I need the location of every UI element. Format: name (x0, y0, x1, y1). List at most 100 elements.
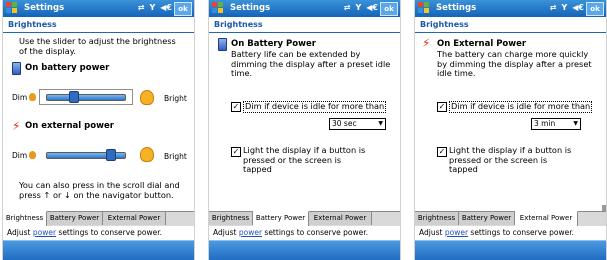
navigator-hint-text: You can also press in the scroll dial an… (19, 180, 180, 200)
slider-track (46, 94, 126, 101)
tab-battery-power[interactable]: Battery Power (459, 212, 515, 225)
tab-battery-power[interactable]: Battery Power (47, 212, 103, 225)
dim-checkbox[interactable]: ✓ (437, 102, 447, 112)
ok-button[interactable]: ok (586, 2, 604, 16)
menu-bar[interactable] (3, 240, 194, 260)
footer-suffix: settings to conserve power. (262, 228, 369, 237)
signal-icon[interactable]: Y (149, 3, 155, 12)
battery-icon (12, 62, 21, 75)
windows-flag-icon[interactable] (418, 2, 431, 15)
description-text: Battery life can be extended by dimming … (231, 49, 391, 78)
volume-icon[interactable]: ◀€ (572, 3, 584, 12)
signal-icon[interactable]: Y (355, 3, 361, 12)
tab-brightness[interactable]: Brightness (3, 211, 47, 226)
title-bar: Settings ⇄ Y ◀€ ok (209, 0, 400, 17)
menu-bar[interactable] (209, 240, 400, 260)
ok-button[interactable]: ok (174, 2, 192, 16)
dim-checkbox-label[interactable]: Dim if device is idle for more than (449, 101, 593, 113)
ok-button[interactable]: ok (380, 2, 398, 16)
connectivity-icon[interactable]: ⇄ (138, 3, 145, 12)
check-mark: ✓ (438, 102, 446, 111)
timeout-value: 3 min (534, 119, 556, 128)
tab-brightness[interactable]: Brightness (415, 212, 459, 225)
footer-hint: Adjust power settings to conserve power. (415, 226, 606, 239)
dim-label: Dim (12, 151, 28, 160)
tab-bar: Brightness Battery Power External Power (3, 211, 194, 226)
section-title: On External Power (437, 39, 527, 49)
timeout-dropdown[interactable]: 3 min ▼ (531, 118, 581, 130)
footer-prefix: Adjust (7, 228, 33, 237)
dim-bulb-icon (29, 151, 36, 159)
volume-icon[interactable]: ◀€ (160, 3, 172, 12)
external-power-screen: Settings ⇄ Y ◀€ ok Brightness ⚡ On Exter… (414, 0, 607, 260)
menu-bar[interactable] (415, 240, 606, 260)
title-bar: Settings ⇄ Y ◀€ ok (3, 0, 194, 17)
footer-prefix: Adjust (213, 228, 239, 237)
timeout-value: 30 sec (332, 119, 357, 128)
tab-brightness[interactable]: Brightness (209, 212, 253, 225)
bright-bulb-icon (140, 147, 154, 162)
battery-power-label: On battery power (25, 63, 110, 73)
power-settings-link[interactable]: power (33, 228, 56, 237)
instruction-text: Use the slider to adjust the brightness … (19, 36, 176, 56)
power-settings-link[interactable]: power (445, 228, 468, 237)
status-icons: ⇄ Y ◀€ (344, 3, 378, 12)
brightness-settings-screen: Settings ⇄ Y ◀€ ok Brightness Use the sl… (2, 0, 195, 260)
volume-icon[interactable]: ◀€ (366, 3, 378, 12)
light-checkbox-label[interactable]: Light the display if a button is pressed… (243, 145, 371, 175)
windows-flag-icon[interactable] (6, 2, 19, 15)
battery-power-screen: Settings ⇄ Y ◀€ ok Brightness On Battery… (208, 0, 401, 260)
title-bar: Settings ⇄ Y ◀€ ok (415, 0, 606, 17)
description-text: The battery can charge more quickly by d… (437, 49, 592, 78)
tab-external-power[interactable]: External Power (309, 212, 372, 225)
window-title: Settings (230, 3, 271, 13)
bright-label: Bright (164, 94, 187, 103)
lightning-bolt-icon: ⚡ (422, 36, 431, 50)
battery-icon (218, 38, 227, 51)
battery-brightness-slider[interactable] (39, 89, 133, 105)
dim-label: Dim (12, 93, 28, 102)
dim-bulb-icon (29, 93, 36, 101)
footer-prefix: Adjust (419, 228, 445, 237)
tab-external-power[interactable]: External Power (103, 212, 166, 225)
windows-flag-icon[interactable] (212, 2, 225, 15)
signal-icon[interactable]: Y (561, 3, 567, 12)
chevron-down-icon: ▼ (573, 120, 578, 127)
dim-checkbox[interactable]: ✓ (231, 102, 241, 112)
connectivity-icon[interactable]: ⇄ (344, 3, 351, 12)
connectivity-icon[interactable]: ⇄ (550, 3, 557, 12)
external-brightness-slider[interactable] (39, 147, 133, 163)
power-settings-link[interactable]: power (239, 228, 262, 237)
status-icons: ⇄ Y ◀€ (550, 3, 584, 12)
slider-thumb[interactable] (105, 149, 116, 161)
tab-bar: Brightness Battery Power External Power (209, 211, 400, 226)
footer-suffix: settings to conserve power. (56, 228, 163, 237)
lightning-bolt-icon: ⚡ (12, 119, 21, 133)
bright-label: Bright (164, 152, 187, 161)
slider-thumb[interactable] (69, 91, 80, 103)
bright-bulb-icon (140, 90, 154, 105)
tab-bar: Brightness Battery Power External Power (415, 211, 606, 226)
check-mark: ✓ (232, 147, 240, 156)
light-checkbox[interactable]: ✓ (437, 147, 447, 157)
section-title: On Battery Power (231, 39, 316, 49)
status-icons: ⇄ Y ◀€ (138, 3, 172, 12)
tab-external-power[interactable]: External Power (515, 211, 578, 226)
footer-suffix: settings to conserve power. (468, 228, 575, 237)
timeout-dropdown[interactable]: 30 sec ▼ (329, 118, 386, 130)
chevron-down-icon: ▼ (378, 120, 383, 127)
page-heading: Brightness (415, 17, 606, 33)
window-title: Settings (436, 3, 477, 13)
tab-battery-power[interactable]: Battery Power (253, 211, 309, 226)
page-heading: Brightness (209, 17, 400, 33)
light-checkbox-label[interactable]: Light the display if a button is pressed… (449, 145, 577, 175)
page-heading: Brightness (3, 17, 194, 33)
window-title: Settings (24, 3, 65, 13)
check-mark: ✓ (438, 147, 446, 156)
light-checkbox[interactable]: ✓ (231, 147, 241, 157)
check-mark: ✓ (232, 102, 240, 111)
dim-checkbox-label[interactable]: Dim if device is idle for more than (243, 101, 387, 113)
footer-hint: Adjust power settings to conserve power. (3, 226, 194, 239)
footer-hint: Adjust power settings to conserve power. (209, 226, 400, 239)
external-power-label: On external power (25, 121, 114, 131)
